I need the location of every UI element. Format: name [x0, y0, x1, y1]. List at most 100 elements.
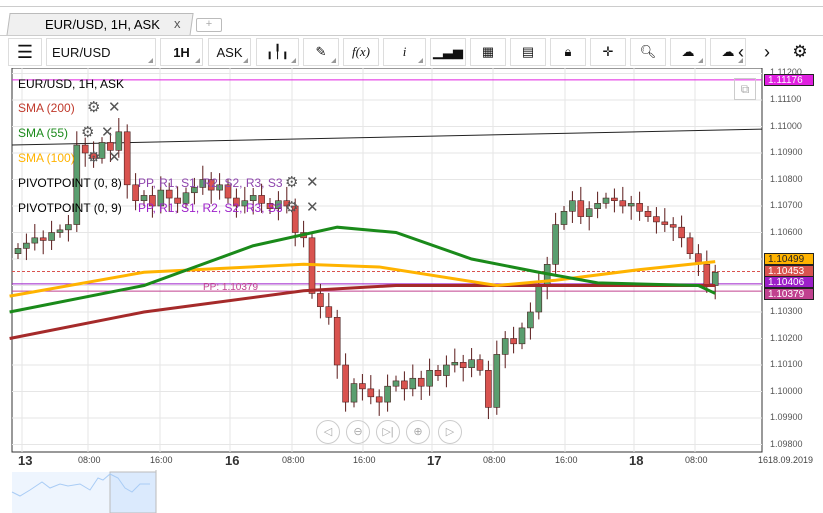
- symbol-select[interactable]: EUR/USD: [46, 38, 156, 66]
- chart-type-button[interactable]: ╻╿╻: [256, 38, 299, 66]
- tab-bar-divider: [0, 35, 823, 36]
- candle: [627, 203, 635, 207]
- drawing-button[interactable]: ✎: [303, 38, 339, 66]
- settings-button[interactable]: ⚙: [786, 38, 814, 66]
- legend-title: EUR/USD, 1H, ASK: [18, 77, 125, 91]
- nav-zoom-in-button[interactable]: ⊕: [406, 420, 430, 444]
- chart-tab-title[interactable]: EUR/USD, 1H, ASK: [45, 17, 160, 32]
- candle: [48, 232, 55, 241]
- candle: [569, 200, 576, 212]
- candle: [417, 377, 425, 387]
- sma200-settings-icon[interactable]: ⚙: [87, 98, 100, 116]
- price-tick: 1.10300: [770, 306, 803, 316]
- cloud-upload-icon: ☁: [681, 44, 695, 59]
- legend-pivot1[interactable]: PIVOTPOINT (0, 8): [18, 176, 122, 190]
- candle: [165, 189, 173, 199]
- navigator-overview[interactable]: [0, 470, 823, 513]
- candle: [367, 388, 375, 398]
- nav-zoom-out-button[interactable]: ⊖: [346, 420, 370, 444]
- candle: [56, 229, 64, 233]
- candle: [443, 364, 450, 376]
- window-top-border: [0, 6, 823, 7]
- price-tick: 1.10000: [770, 385, 803, 396]
- pivot2-remove-icon[interactable]: ✕: [306, 198, 319, 216]
- calendar-button[interactable]: ▦: [470, 38, 506, 66]
- candle: [669, 224, 677, 228]
- candle: [527, 311, 534, 329]
- add-tab-button[interactable]: +: [196, 18, 222, 32]
- candle: [23, 242, 30, 249]
- nav-forward-button[interactable]: ▷: [438, 420, 462, 444]
- candle: [359, 383, 366, 390]
- candle: [678, 226, 685, 239]
- time-tick: 08:00: [685, 455, 708, 465]
- nav-latest-button[interactable]: ▷|: [376, 420, 400, 444]
- candle: [602, 197, 610, 204]
- sma55-remove-icon[interactable]: ✕: [101, 123, 114, 141]
- candle: [31, 237, 39, 244]
- legend-pivot2[interactable]: PIVOTPOINT (0, 9): [18, 201, 122, 215]
- sma55-settings-icon[interactable]: ⚙: [81, 123, 94, 141]
- time-tick: 1618.09.2019: [758, 455, 814, 465]
- candle: [401, 380, 408, 390]
- legend-sma55[interactable]: SMA (55): [18, 126, 68, 140]
- popout-icon: ⧉: [740, 82, 750, 96]
- candle: [518, 327, 526, 345]
- pivot2-settings-icon[interactable]: ⚙: [285, 198, 298, 216]
- price-badge: 1.10379: [764, 288, 814, 301]
- candle: [384, 385, 391, 403]
- news-button[interactable]: ▤: [510, 38, 546, 66]
- price-tick: 1.11000: [770, 120, 802, 131]
- candles-icon: ╻╿╻: [265, 44, 290, 59]
- sma200-remove-icon[interactable]: ✕: [108, 98, 121, 116]
- time-tick: 08:00: [78, 455, 101, 465]
- zoom-button[interactable]: 🔍︎: [630, 38, 666, 66]
- nav-back-button[interactable]: ◁: [316, 420, 340, 444]
- candle: [409, 377, 417, 390]
- time-tick: 08:00: [282, 455, 305, 465]
- candle: [653, 216, 660, 223]
- period-value: 1H: [173, 44, 190, 60]
- legend-pivot2-levels: PP, R1, S1, R2, S2, R3, S3: [138, 201, 283, 215]
- candle: [619, 200, 627, 207]
- price-tick: 1.10100: [770, 359, 803, 369]
- candle: [661, 221, 669, 225]
- candle: [249, 195, 257, 202]
- bar-chart-icon: ▁▃▅: [433, 44, 463, 59]
- candle: [375, 396, 383, 403]
- indicators-button[interactable]: f(x): [343, 38, 379, 66]
- close-tab-icon[interactable]: x: [174, 16, 181, 31]
- upload-button[interactable]: ☁: [670, 38, 706, 66]
- sma100-remove-icon[interactable]: ✕: [108, 148, 121, 166]
- sma100-settings-icon[interactable]: ⚙: [87, 148, 100, 166]
- legend-sma200[interactable]: SMA (200): [18, 101, 75, 115]
- candle: [644, 211, 652, 217]
- info-button[interactable]: i: [383, 38, 426, 66]
- period-select[interactable]: 1H: [160, 38, 203, 66]
- scroll-right-button[interactable]: ›: [754, 38, 780, 66]
- candle: [560, 211, 568, 225]
- candle: [350, 383, 358, 403]
- crosshair-icon: ✛: [602, 44, 614, 59]
- pivot1-settings-icon[interactable]: ⚙: [285, 173, 298, 191]
- legend-sma100[interactable]: SMA (100): [18, 151, 75, 165]
- price-chart[interactable]: [0, 68, 823, 513]
- candle: [636, 203, 643, 212]
- scroll-left-button[interactable]: ‹: [728, 38, 754, 66]
- candle: [594, 203, 601, 209]
- pivot1-remove-icon[interactable]: ✕: [306, 173, 319, 191]
- price-tick: 1.11100: [770, 94, 802, 104]
- side-select[interactable]: ASK: [208, 38, 251, 66]
- candle: [392, 380, 400, 387]
- popout-button[interactable]: ⧉: [734, 78, 756, 100]
- legend-pivot1-levels: PP, R1, S1, R2, S2, R3, S3: [138, 176, 283, 190]
- candle: [585, 208, 593, 217]
- volume-button[interactable]: ▁▃▅: [430, 38, 466, 66]
- candle: [468, 359, 475, 368]
- candle: [611, 197, 618, 202]
- candle: [39, 237, 47, 241]
- crosshair-button[interactable]: ✛: [590, 38, 626, 66]
- time-tick: 18: [629, 453, 644, 468]
- lock-button[interactable]: 🔒︎: [550, 38, 586, 66]
- menu-button[interactable]: ☰: [8, 38, 42, 66]
